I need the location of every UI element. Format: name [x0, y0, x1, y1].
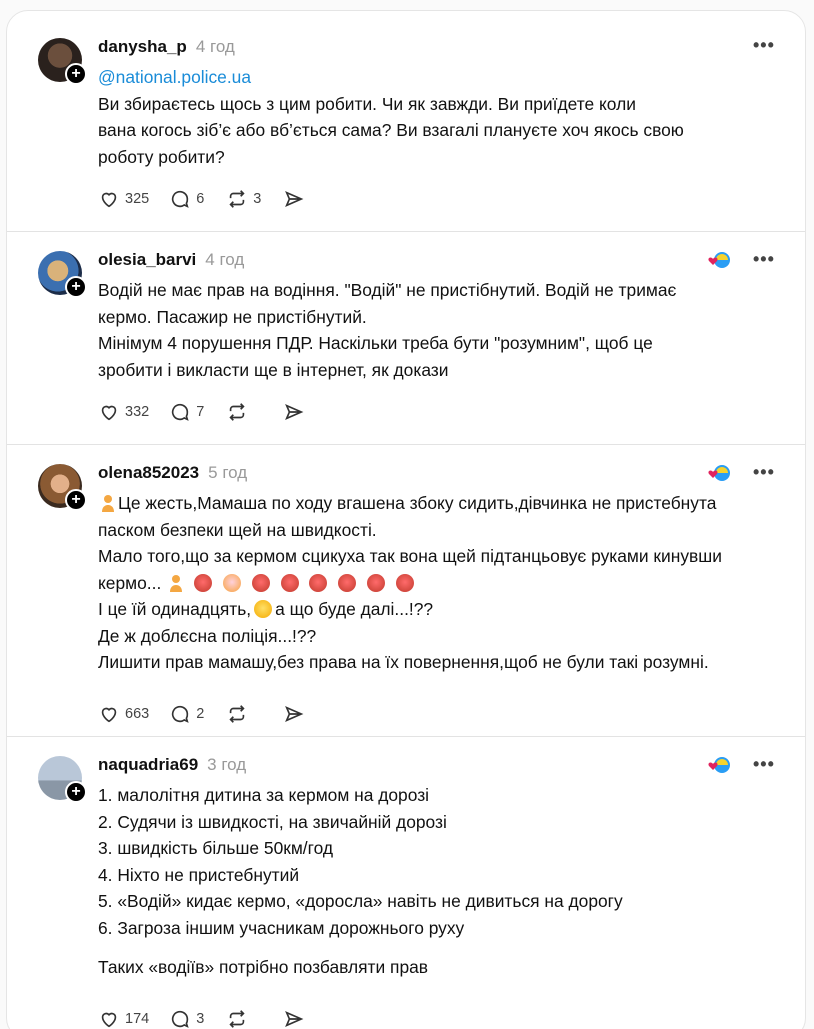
- reply-button[interactable]: 3: [169, 1008, 206, 1029]
- post-text-line: роботу робити?: [98, 146, 225, 167]
- share-icon: [285, 190, 304, 208]
- comment-icon: [172, 1010, 189, 1028]
- post-text-line: а що буде далі...!??: [275, 599, 434, 619]
- post-text-line: кермо. Пасажир не пристібнутий.: [98, 306, 367, 327]
- username[interactable]: olena852023: [98, 463, 199, 483]
- post-text-line: Таких «водіїв» потрібно позбавляти прав: [98, 957, 429, 977]
- username[interactable]: danysha_p: [98, 37, 187, 57]
- post-text-line: зробити і викласти ще в інтернет, як док…: [98, 359, 449, 380]
- supporter-badge-icon: [708, 465, 730, 481]
- post-text-line: Мінімум 4 порушення ПДР. Наскільки треба…: [98, 333, 653, 353]
- reply-button[interactable]: 7: [169, 401, 206, 423]
- post: + naquadria69 3 год ••• 1. малолітня дит…: [7, 737, 805, 1029]
- supporter-badge-icon: [708, 757, 730, 773]
- steaming-face-emoji-icon: [222, 573, 241, 592]
- share-icon: [285, 1010, 304, 1028]
- reply-count: 3: [196, 1011, 205, 1027]
- person-emoji-icon: [102, 495, 114, 512]
- post-text-line: Де ж доблєсна поліція...!??: [98, 625, 317, 646]
- follow-plus-icon[interactable]: +: [65, 276, 87, 298]
- more-horizontal-icon[interactable]: •••: [753, 35, 775, 56]
- repost-button[interactable]: [226, 1008, 263, 1029]
- like-button[interactable]: 663: [98, 703, 149, 725]
- follow-plus-icon[interactable]: +: [65, 63, 87, 85]
- share-icon: [285, 403, 304, 421]
- post-text-line: І це їй одинадцять,: [98, 599, 252, 619]
- repost-button[interactable]: 3: [226, 188, 263, 210]
- reply-button[interactable]: 2: [169, 703, 206, 725]
- post-text-line: Це жесть,Мамаша по ходу вгашена збоку си…: [118, 493, 717, 513]
- person-emoji-icon: [170, 574, 183, 592]
- heart-icon: [101, 405, 117, 421]
- share-icon: [285, 705, 304, 723]
- timestamp[interactable]: 3 год: [207, 755, 246, 775]
- follow-plus-icon[interactable]: +: [65, 781, 87, 803]
- post-text-line: Ви збираєтесь щось з цим робити. Чи як з…: [98, 93, 636, 114]
- like-button[interactable]: 325: [98, 188, 149, 210]
- repost-icon: [229, 403, 245, 421]
- like-count: 325: [125, 191, 150, 207]
- more-horizontal-icon[interactable]: •••: [753, 462, 775, 483]
- share-button[interactable]: [283, 703, 310, 725]
- share-button[interactable]: [283, 1008, 310, 1029]
- post: + olena852023 5 год ••• Це жесть,Мамаша …: [7, 445, 805, 736]
- post-text-line: вана когось зіб’є або вб’ється сама? Ви …: [98, 120, 684, 140]
- like-count: 663: [125, 706, 150, 722]
- username[interactable]: naquadria69: [98, 755, 198, 775]
- mention-link[interactable]: @national.police.ua: [98, 67, 251, 87]
- like-count: 332: [125, 404, 150, 420]
- pleading-face-emoji-icon: [254, 600, 273, 618]
- post-text-line: 5. «Водій» кидає кермо, «доросла» навіть…: [98, 891, 623, 911]
- post-text-line: Лишити прав мамашу,без права на їх повер…: [98, 652, 709, 672]
- post-text-line: паском безпеки щей на швидкості.: [98, 519, 377, 540]
- repost-count: 3: [253, 191, 262, 207]
- timestamp[interactable]: 5 год: [208, 463, 247, 483]
- like-button[interactable]: 174: [98, 1008, 149, 1029]
- timestamp[interactable]: 4 год: [196, 37, 235, 57]
- thread-card: + danysha_p 4 год ••• @national.police.u…: [6, 10, 806, 1029]
- repost-button[interactable]: [226, 401, 263, 423]
- comment-icon: [172, 705, 189, 723]
- reply-count: 6: [196, 191, 205, 207]
- angry-face-emoji-icon: [395, 573, 414, 592]
- username[interactable]: olesia_barvi: [98, 250, 196, 270]
- heart-icon: [101, 1012, 117, 1028]
- like-count: 174: [125, 1011, 150, 1027]
- post-text-line: 1. малолітня дитина за кермом на дорозі: [98, 785, 430, 805]
- post: + olesia_barvi 4 год ••• Водій не має пр…: [7, 232, 805, 444]
- share-button[interactable]: [283, 401, 310, 423]
- post-text-line: 2. Судячи із швидкості, на звичайній дор…: [98, 811, 447, 832]
- heart-icon: [101, 707, 117, 723]
- angry-face-emoji-icon: [193, 573, 212, 592]
- angry-face-emoji-icon: [309, 573, 328, 592]
- reply-count: 2: [196, 706, 205, 722]
- angry-face-emoji-icon: [367, 573, 386, 592]
- angry-face-emoji-icon: [338, 573, 357, 592]
- angry-face-emoji-icon: [280, 573, 299, 592]
- repost-icon: [229, 1010, 245, 1028]
- post-text-line: Водій не має прав на водіння. "Водій" не…: [98, 280, 677, 300]
- timestamp[interactable]: 4 год: [205, 250, 244, 270]
- follow-plus-icon[interactable]: +: [65, 489, 87, 511]
- heart-icon: [101, 192, 117, 208]
- repost-icon: [229, 705, 245, 723]
- more-horizontal-icon[interactable]: •••: [753, 249, 775, 270]
- like-button[interactable]: 332: [98, 401, 149, 423]
- reply-button[interactable]: 6: [169, 188, 206, 210]
- share-button[interactable]: [283, 188, 310, 210]
- more-horizontal-icon[interactable]: •••: [753, 754, 775, 775]
- post-text-line: кермо...: [98, 572, 162, 593]
- comment-icon: [172, 403, 189, 421]
- repost-button[interactable]: [226, 703, 263, 725]
- comment-icon: [172, 190, 189, 208]
- angry-face-emoji-icon: [251, 573, 270, 592]
- reply-count: 7: [196, 404, 205, 420]
- post: + danysha_p 4 год ••• @national.police.u…: [7, 11, 805, 231]
- repost-icon: [229, 190, 245, 208]
- post-text-line: 6. Загроза іншим учасникам дорожнього ру…: [98, 917, 465, 938]
- post-text-line: 4. Ніхто не пристебнутий: [98, 864, 300, 885]
- supporter-badge-icon: [708, 252, 730, 268]
- post-text-line: Мало того,що за кермом сцикуха так вона …: [98, 546, 722, 566]
- post-text-line: 3. швидкість більше 50км/год: [98, 838, 334, 858]
